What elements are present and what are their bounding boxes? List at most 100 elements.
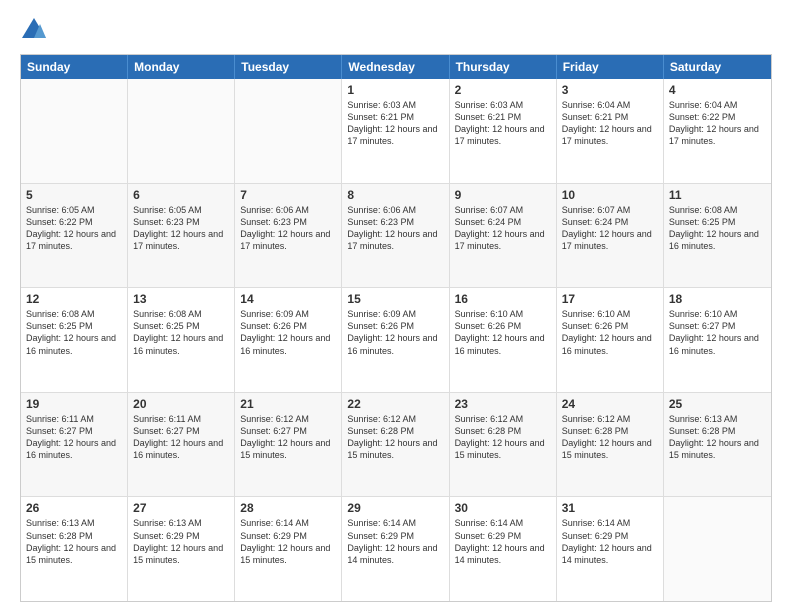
weekday-header: Friday: [557, 55, 664, 79]
calendar-cell: 26 Sunrise: 6:13 AM Sunset: 6:28 PM Dayli…: [21, 497, 128, 601]
day-info: Sunrise: 6:10 AM Sunset: 6:26 PM Dayligh…: [562, 308, 658, 357]
day-number: 14: [240, 292, 336, 306]
calendar-cell: 11Sunrise: 6:08 AM Sunset: 6:25 PM Dayli…: [664, 184, 771, 288]
day-number: 1: [347, 83, 443, 97]
day-info: Sunrise: 6:12 AM Sunset: 6:28 PM Dayligh…: [347, 413, 443, 462]
calendar-cell: 6 Sunrise: 6:05 AM Sunset: 6:23 PM Daylig…: [128, 184, 235, 288]
day-info: Sunrise: 6:11 AM Sunset: 6:27 PM Dayligh…: [26, 413, 122, 462]
calendar-cell: 16Sunrise: 6:10 AM Sunset: 6:26 PM Dayli…: [450, 288, 557, 392]
day-info: Sunrise: 6:13 AM Sunset: 6:28 PM Dayligh…: [669, 413, 766, 462]
calendar-cell: 13Sunrise: 6:08 AM Sunset: 6:25 PM Dayli…: [128, 288, 235, 392]
calendar-row: 5 Sunrise: 6:05 AM Sunset: 6:22 PM Daylig…: [21, 184, 771, 289]
day-number: 5: [26, 188, 122, 202]
calendar-cell: 24 Sunrise: 6:12 AM Sunset: 6:28 PM Dayli…: [557, 393, 664, 497]
day-number: 17: [562, 292, 658, 306]
day-info: Sunrise: 6:12 AM Sunset: 6:27 PM Dayligh…: [240, 413, 336, 462]
day-info: Sunrise: 6:14 AM Sunset: 6:29 PM Dayligh…: [240, 517, 336, 566]
weekday-header: Tuesday: [235, 55, 342, 79]
day-info: Sunrise: 6:05 AM Sunset: 6:22 PM Dayligh…: [26, 204, 122, 253]
calendar-cell: 9 Sunrise: 6:07 AM Sunset: 6:24 PM Daylig…: [450, 184, 557, 288]
calendar-cell: 1 Sunrise: 6:03 AM Sunset: 6:21 PM Daylig…: [342, 79, 449, 183]
calendar-cell: 21 Sunrise: 6:12 AM Sunset: 6:27 PM Dayli…: [235, 393, 342, 497]
weekday-header: Sunday: [21, 55, 128, 79]
calendar-cell: 30 Sunrise: 6:14 AM Sunset: 6:29 PM Dayli…: [450, 497, 557, 601]
day-number: 2: [455, 83, 551, 97]
calendar-cell: 2Sunrise: 6:03 AM Sunset: 6:21 PM Daylig…: [450, 79, 557, 183]
day-number: 30: [455, 501, 551, 515]
calendar-row: 19 Sunrise: 6:11 AM Sunset: 6:27 PM Dayli…: [21, 393, 771, 498]
day-info: Sunrise: 6:06 AM Sunset: 6:23 PM Dayligh…: [347, 204, 443, 253]
day-info: Sunrise: 6:14 AM Sunset: 6:29 PM Dayligh…: [562, 517, 658, 566]
calendar-cell: 29 Sunrise: 6:14 AM Sunset: 6:29 PM Dayli…: [342, 497, 449, 601]
day-number: 9: [455, 188, 551, 202]
day-info: Sunrise: 6:09 AM Sunset: 6:26 PM Dayligh…: [347, 308, 443, 357]
calendar-cell: 17 Sunrise: 6:10 AM Sunset: 6:26 PM Dayli…: [557, 288, 664, 392]
calendar-cell: 31Sunrise: 6:14 AM Sunset: 6:29 PM Dayli…: [557, 497, 664, 601]
calendar-cell: 23 Sunrise: 6:12 AM Sunset: 6:28 PM Dayli…: [450, 393, 557, 497]
weekday-header: Saturday: [664, 55, 771, 79]
day-number: 6: [133, 188, 229, 202]
day-number: 8: [347, 188, 443, 202]
calendar-cell: [21, 79, 128, 183]
day-info: Sunrise: 6:04 AM Sunset: 6:22 PM Dayligh…: [669, 99, 766, 148]
calendar-row: 12 Sunrise: 6:08 AM Sunset: 6:25 PM Dayli…: [21, 288, 771, 393]
day-info: Sunrise: 6:13 AM Sunset: 6:28 PM Dayligh…: [26, 517, 122, 566]
day-number: 27: [133, 501, 229, 515]
calendar-cell: 8 Sunrise: 6:06 AM Sunset: 6:23 PM Daylig…: [342, 184, 449, 288]
day-info: Sunrise: 6:07 AM Sunset: 6:24 PM Dayligh…: [455, 204, 551, 253]
day-number: 4: [669, 83, 766, 97]
day-info: Sunrise: 6:13 AM Sunset: 6:29 PM Dayligh…: [133, 517, 229, 566]
calendar-cell: [235, 79, 342, 183]
day-info: Sunrise: 6:10 AM Sunset: 6:26 PM Dayligh…: [455, 308, 551, 357]
day-info: Sunrise: 6:06 AM Sunset: 6:23 PM Dayligh…: [240, 204, 336, 253]
header: [20, 16, 772, 44]
day-number: 26: [26, 501, 122, 515]
day-info: Sunrise: 6:14 AM Sunset: 6:29 PM Dayligh…: [455, 517, 551, 566]
day-number: 10: [562, 188, 658, 202]
calendar-cell: 7 Sunrise: 6:06 AM Sunset: 6:23 PM Daylig…: [235, 184, 342, 288]
day-number: 24: [562, 397, 658, 411]
day-number: 20: [133, 397, 229, 411]
calendar-cell: [664, 497, 771, 601]
page: SundayMondayTuesdayWednesdayThursdayFrid…: [0, 0, 792, 612]
day-number: 21: [240, 397, 336, 411]
calendar: SundayMondayTuesdayWednesdayThursdayFrid…: [20, 54, 772, 602]
day-info: Sunrise: 6:08 AM Sunset: 6:25 PM Dayligh…: [133, 308, 229, 357]
calendar-row: 1 Sunrise: 6:03 AM Sunset: 6:21 PM Daylig…: [21, 79, 771, 184]
day-number: 11: [669, 188, 766, 202]
calendar-cell: 12 Sunrise: 6:08 AM Sunset: 6:25 PM Dayli…: [21, 288, 128, 392]
day-info: Sunrise: 6:14 AM Sunset: 6:29 PM Dayligh…: [347, 517, 443, 566]
weekday-header: Thursday: [450, 55, 557, 79]
day-info: Sunrise: 6:03 AM Sunset: 6:21 PM Dayligh…: [347, 99, 443, 148]
day-number: 23: [455, 397, 551, 411]
day-info: Sunrise: 6:12 AM Sunset: 6:28 PM Dayligh…: [455, 413, 551, 462]
day-number: 19: [26, 397, 122, 411]
day-number: 29: [347, 501, 443, 515]
day-info: Sunrise: 6:10 AM Sunset: 6:27 PM Dayligh…: [669, 308, 766, 357]
day-number: 25: [669, 397, 766, 411]
day-info: Sunrise: 6:08 AM Sunset: 6:25 PM Dayligh…: [26, 308, 122, 357]
calendar-body: 1 Sunrise: 6:03 AM Sunset: 6:21 PM Daylig…: [21, 79, 771, 601]
calendar-cell: 4 Sunrise: 6:04 AM Sunset: 6:22 PM Daylig…: [664, 79, 771, 183]
day-info: Sunrise: 6:05 AM Sunset: 6:23 PM Dayligh…: [133, 204, 229, 253]
day-info: Sunrise: 6:04 AM Sunset: 6:21 PM Dayligh…: [562, 99, 658, 148]
calendar-cell: 19 Sunrise: 6:11 AM Sunset: 6:27 PM Dayli…: [21, 393, 128, 497]
calendar-cell: [128, 79, 235, 183]
day-number: 12: [26, 292, 122, 306]
logo: [20, 16, 52, 44]
calendar-cell: 15 Sunrise: 6:09 AM Sunset: 6:26 PM Dayli…: [342, 288, 449, 392]
day-number: 7: [240, 188, 336, 202]
day-number: 18: [669, 292, 766, 306]
weekday-header: Monday: [128, 55, 235, 79]
day-info: Sunrise: 6:09 AM Sunset: 6:26 PM Dayligh…: [240, 308, 336, 357]
calendar-cell: 28 Sunrise: 6:14 AM Sunset: 6:29 PM Dayli…: [235, 497, 342, 601]
calendar-cell: 3 Sunrise: 6:04 AM Sunset: 6:21 PM Daylig…: [557, 79, 664, 183]
calendar-cell: 5 Sunrise: 6:05 AM Sunset: 6:22 PM Daylig…: [21, 184, 128, 288]
day-number: 28: [240, 501, 336, 515]
day-info: Sunrise: 6:12 AM Sunset: 6:28 PM Dayligh…: [562, 413, 658, 462]
calendar-cell: 18 Sunrise: 6:10 AM Sunset: 6:27 PM Dayli…: [664, 288, 771, 392]
weekday-header: Wednesday: [342, 55, 449, 79]
calendar-cell: 25 Sunrise: 6:13 AM Sunset: 6:28 PM Dayli…: [664, 393, 771, 497]
day-number: 15: [347, 292, 443, 306]
day-number: 3: [562, 83, 658, 97]
